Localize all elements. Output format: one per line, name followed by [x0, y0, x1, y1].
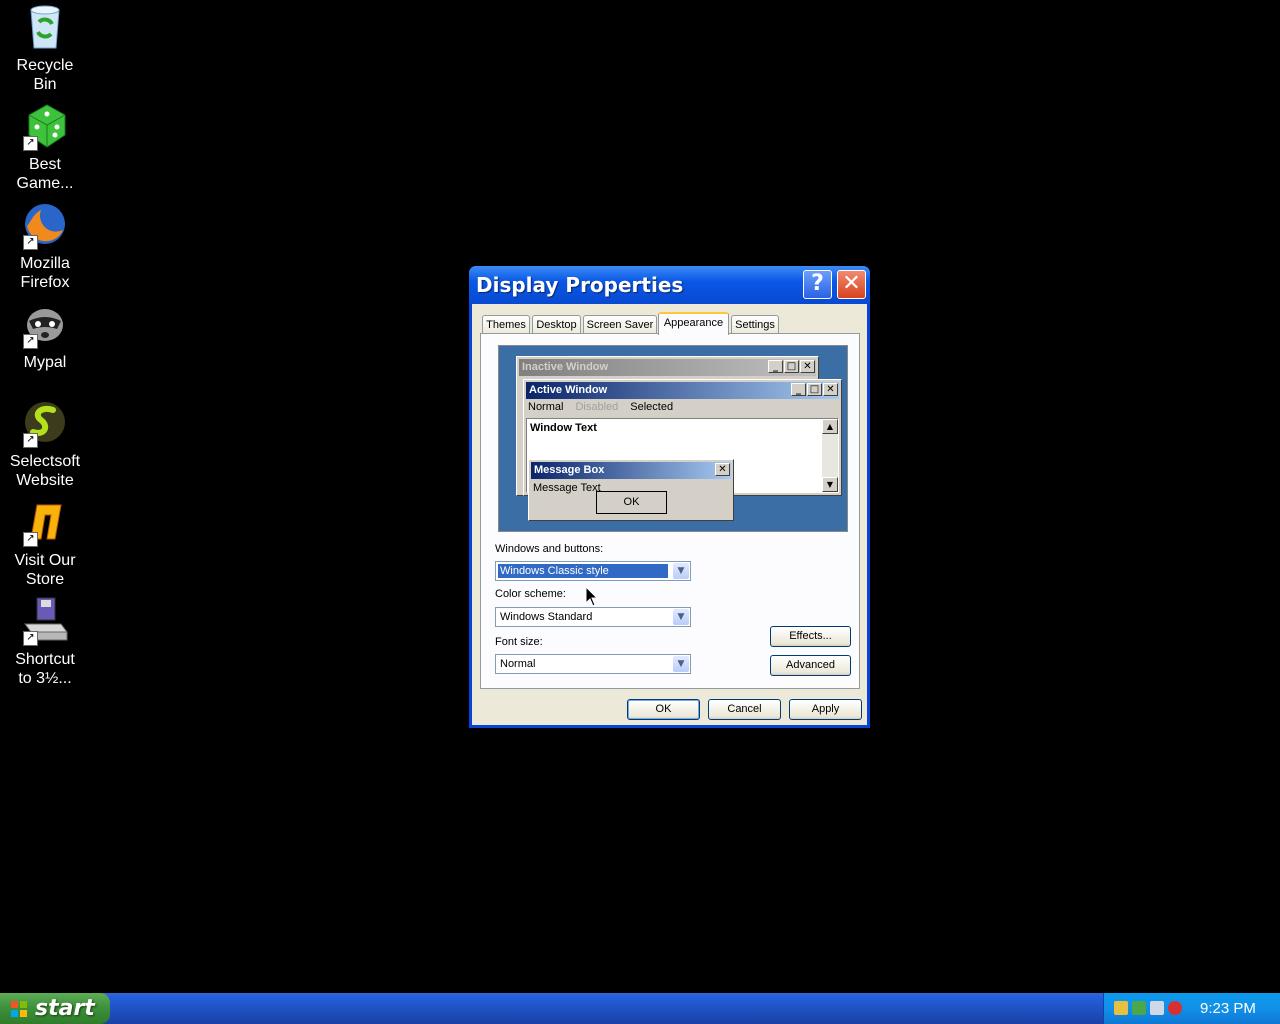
store-icon: ↗	[21, 497, 69, 547]
chevron-down-icon[interactable]: ▼	[673, 656, 689, 672]
message-box-buttons: ✕	[714, 463, 730, 482]
desktop-icon-mypal[interactable]: ↗ Mypal	[0, 299, 90, 372]
maximize-icon: □	[807, 383, 822, 396]
windows-buttons-value: Windows Classic style	[498, 564, 668, 578]
shortcut-arrow-icon: ↗	[23, 136, 38, 151]
appearance-preview: Inactive Window _ □ ✕ Active Window _ □ ✕ No…	[498, 345, 848, 532]
desktop-icon-store[interactable]: ↗ Visit Our Store	[0, 497, 90, 589]
desktop-icon-label: Best Game...	[16, 156, 74, 192]
update-icon[interactable]	[1150, 1001, 1164, 1015]
color-scheme-label: Color scheme:	[495, 588, 566, 600]
desktop-icon-label: Mypal	[23, 354, 67, 371]
tab-desktop[interactable]: Desktop	[532, 315, 581, 334]
menu-disabled: Disabled	[575, 401, 619, 413]
ok-button[interactable]: OK	[627, 699, 700, 720]
desktop-icon-floppy-shortcut[interactable]: ↗ Shortcut to 3½...	[0, 596, 90, 688]
preview-message-box: Message Box ✕ Message Text OK	[528, 459, 734, 521]
desktop-icon-label: Mozilla Firefox	[20, 255, 70, 291]
preview-menu-row: Normal Disabled Selected	[528, 401, 685, 413]
chevron-down-icon[interactable]: ▼	[673, 563, 689, 579]
advanced-button[interactable]: Advanced	[770, 655, 851, 676]
display-properties-dialog: Display Properties ? ✕ Themes Desktop Sc…	[469, 266, 870, 728]
tab-themes[interactable]: Themes	[482, 315, 530, 334]
chevron-down-icon[interactable]: ▼	[673, 609, 689, 625]
start-button[interactable]: start	[0, 993, 110, 1024]
desktop-icon-selectsoft[interactable]: ↗ Selectsoft Website	[0, 398, 90, 490]
preview-scrollbar: ▲ ▼	[822, 419, 838, 492]
font-size-label: Font size:	[495, 636, 543, 648]
windows-buttons-select[interactable]: Windows Classic style ▼	[495, 561, 691, 581]
tab-appearance[interactable]: Appearance	[658, 312, 729, 335]
close-icon: ✕	[715, 463, 730, 476]
tab-settings[interactable]: Settings	[731, 315, 779, 334]
tab-screen-saver[interactable]: Screen Saver	[583, 315, 657, 334]
font-size-select[interactable]: Normal ▼	[495, 654, 691, 674]
appearance-panel: Inactive Window _ □ ✕ Active Window _ □ ✕ No…	[480, 333, 860, 689]
desktop-icon-label: Shortcut to 3½...	[15, 651, 75, 687]
shortcut-arrow-icon: ↗	[23, 235, 38, 250]
system-tray: 9:23 PM	[1103, 993, 1280, 1024]
active-window-buttons: _ □ ✕	[790, 383, 838, 402]
desktop-icon-label: Visit Our Store	[14, 552, 76, 588]
close-icon: ✕	[800, 360, 815, 373]
raccoon-icon: ↗	[21, 299, 69, 349]
color-scheme-value: Windows Standard	[500, 611, 593, 623]
shortcut-arrow-icon: ↗	[23, 433, 38, 448]
recycle-bin-icon	[21, 2, 69, 50]
cancel-button[interactable]: Cancel	[708, 699, 781, 720]
dialog-client: Themes Desktop Screen Saver Appearance S…	[472, 304, 867, 725]
window-text: Window Text	[530, 422, 597, 434]
shortcut-arrow-icon: ↗	[23, 631, 38, 646]
mouse-cursor-icon	[585, 585, 599, 612]
desktop-icon-label: Recycle Bin	[16, 57, 74, 93]
dice-icon: ↗	[21, 101, 69, 151]
scroll-down-icon: ▼	[822, 477, 838, 492]
effects-button[interactable]: Effects...	[770, 626, 851, 647]
clock[interactable]: 9:23 PM	[1200, 1000, 1256, 1017]
help-button[interactable]: ?	[803, 270, 832, 299]
menu-normal: Normal	[528, 401, 564, 413]
inactive-window-buttons: _ □ ✕	[767, 360, 815, 379]
security-icon[interactable]	[1132, 1001, 1146, 1015]
shortcut-arrow-icon: ↗	[23, 334, 38, 349]
close-button[interactable]: ✕	[837, 270, 866, 299]
preview-ok-button: OK	[596, 491, 667, 514]
shortcut-arrow-icon: ↗	[23, 532, 38, 547]
minimize-icon: _	[791, 383, 806, 396]
start-label: start	[35, 996, 95, 1021]
minimize-icon: _	[768, 360, 783, 373]
windows-flag-icon	[11, 1001, 27, 1017]
maximize-icon: □	[784, 360, 799, 373]
message-box-title: Message Box	[531, 462, 731, 479]
shield-icon[interactable]	[1168, 1001, 1182, 1015]
desktop-icon-best-game[interactable]: ↗ Best Game...	[0, 101, 90, 193]
selectsoft-icon: ↗	[21, 398, 69, 448]
windows-buttons-label: Windows and buttons:	[495, 543, 604, 555]
dialog-title: Display Properties	[476, 273, 684, 297]
message-text: Message Text	[533, 482, 601, 494]
apply-button[interactable]: Apply	[789, 699, 862, 720]
dialog-titlebar[interactable]: Display Properties ? ✕	[469, 266, 870, 304]
firefox-icon: ↗	[21, 200, 69, 250]
taskbar: start 9:23 PM	[0, 993, 1280, 1024]
desktop-icon-label: Selectsoft Website	[9, 453, 81, 489]
desktop-icon-recycle-bin[interactable]: Recycle Bin	[0, 2, 90, 94]
scroll-up-icon: ▲	[822, 419, 838, 434]
floppy-drive-icon: ↗	[21, 596, 69, 646]
font-size-value: Normal	[500, 658, 536, 670]
network-icon[interactable]	[1114, 1001, 1128, 1015]
menu-selected: Selected	[630, 401, 674, 413]
desktop-icon-firefox[interactable]: ↗ Mozilla Firefox	[0, 200, 90, 292]
close-icon: ✕	[823, 383, 838, 396]
